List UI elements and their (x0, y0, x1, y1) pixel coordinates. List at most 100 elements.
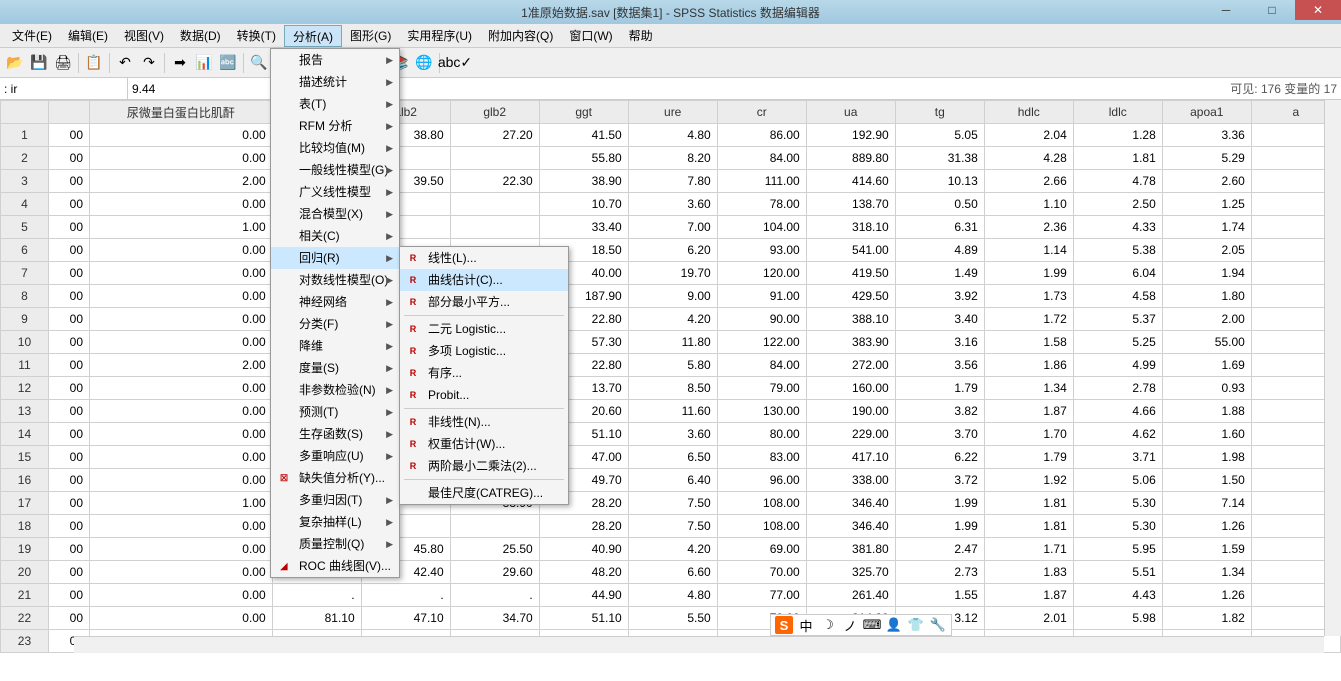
data-cell[interactable]: 1.34 (1162, 561, 1251, 584)
data-cell[interactable]: 1.92 (984, 469, 1073, 492)
data-cell[interactable]: 1.00 (90, 492, 273, 515)
menu-entry[interactable]: ☒缺失值分析(Y)... (271, 467, 399, 489)
data-cell[interactable]: 1.49 (895, 262, 984, 285)
data-cell[interactable]: 48.20 (539, 561, 628, 584)
spellcheck-icon[interactable]: abc✓ (444, 52, 466, 74)
data-cell[interactable]: 00 (48, 561, 89, 584)
row-header[interactable]: 9 (1, 308, 49, 331)
row-header[interactable]: 6 (1, 239, 49, 262)
data-cell[interactable]: 2.00 (90, 354, 273, 377)
submenu-entry[interactable]: R线性(L)... (400, 247, 568, 269)
maximize-button[interactable]: □ (1249, 0, 1295, 20)
data-cell[interactable]: 00 (48, 492, 89, 515)
data-cell[interactable]: 5.98 (1073, 607, 1162, 630)
data-cell[interactable]: 00 (48, 308, 89, 331)
data-cell[interactable]: 889.80 (806, 147, 895, 170)
data-cell[interactable]: 1.58 (984, 331, 1073, 354)
data-cell[interactable]: 1.79 (984, 446, 1073, 469)
data-cell[interactable]: 00 (48, 354, 89, 377)
open-icon[interactable]: 📂 (4, 52, 26, 74)
data-cell[interactable]: 3.92 (895, 285, 984, 308)
data-cell[interactable]: 00 (48, 170, 89, 193)
data-cell[interactable]: 00 (48, 400, 89, 423)
submenu-entry[interactable]: R部分最小平方... (400, 291, 568, 313)
data-cell[interactable]: 29.60 (450, 561, 539, 584)
submenu-entry[interactable]: R两阶最小二乘法(2)... (400, 455, 568, 477)
data-cell[interactable]: 5.29 (1162, 147, 1251, 170)
data-cell[interactable]: 5.38 (1073, 239, 1162, 262)
data-cell[interactable]: 86.00 (717, 124, 806, 147)
data-cell[interactable]: 80.00 (717, 423, 806, 446)
data-cell[interactable]: 1.70 (984, 423, 1073, 446)
data-cell[interactable]: 2.50 (1073, 193, 1162, 216)
redo-icon[interactable]: ↷ (138, 52, 160, 74)
menu-entry[interactable]: 复杂抽样(L) (271, 511, 399, 533)
data-cell[interactable]: 5.30 (1073, 492, 1162, 515)
data-cell[interactable]: 1.34 (984, 377, 1073, 400)
row-header[interactable]: 1 (1, 124, 49, 147)
data-cell[interactable]: 3.60 (628, 193, 717, 216)
data-cell[interactable]: . (272, 584, 361, 607)
data-cell[interactable]: 261.40 (806, 584, 895, 607)
data-cell[interactable]: 0.00 (90, 124, 273, 147)
data-cell[interactable]: 9.00 (628, 285, 717, 308)
data-cell[interactable]: 338.00 (806, 469, 895, 492)
data-cell[interactable]: 33.40 (539, 216, 628, 239)
row-header[interactable]: 14 (1, 423, 49, 446)
column-header[interactable]: ua (806, 101, 895, 124)
row-header[interactable]: 21 (1, 584, 49, 607)
submenu-entry[interactable]: R非线性(N)... (400, 411, 568, 433)
data-cell[interactable]: 6.50 (628, 446, 717, 469)
ime-icon[interactable]: 👤 (885, 616, 903, 634)
data-cell[interactable]: 55.80 (539, 147, 628, 170)
row-header[interactable]: 10 (1, 331, 49, 354)
ime-icon[interactable]: ⌨ (863, 616, 881, 634)
data-cell[interactable]: 6.04 (1073, 262, 1162, 285)
vertical-scrollbar[interactable] (1324, 100, 1341, 636)
data-cell[interactable]: 00 (48, 239, 89, 262)
data-cell[interactable]: 2.73 (895, 561, 984, 584)
column-header[interactable] (48, 101, 89, 124)
data-cell[interactable]: 2.36 (984, 216, 1073, 239)
data-cell[interactable]: 47.10 (361, 607, 450, 630)
close-button[interactable]: ✕ (1295, 0, 1341, 20)
data-cell[interactable]: 1.73 (984, 285, 1073, 308)
menu-entry[interactable]: 预测(T) (271, 401, 399, 423)
data-cell[interactable]: 1.94 (1162, 262, 1251, 285)
data-cell[interactable]: 4.62 (1073, 423, 1162, 446)
row-header[interactable]: 2 (1, 147, 49, 170)
data-cell[interactable]: 00 (48, 124, 89, 147)
data-cell[interactable]: 5.05 (895, 124, 984, 147)
data-cell[interactable]: . (450, 584, 539, 607)
submenu-entry[interactable]: R多项 Logistic... (400, 340, 568, 362)
data-cell[interactable]: 7.50 (628, 515, 717, 538)
data-cell[interactable]: 388.10 (806, 308, 895, 331)
data-cell[interactable]: 84.00 (717, 147, 806, 170)
data-cell[interactable]: 0.00 (90, 469, 273, 492)
data-cell[interactable]: 79.00 (717, 377, 806, 400)
data-cell[interactable]: 1.81 (984, 492, 1073, 515)
data-cell[interactable]: 6.40 (628, 469, 717, 492)
data-cell[interactable]: 4.28 (984, 147, 1073, 170)
data-cell[interactable]: 8.20 (628, 147, 717, 170)
menu-entry[interactable]: 神经网络 (271, 291, 399, 313)
submenu-entry[interactable]: 最佳尺度(CATREG)... (400, 482, 568, 504)
row-header[interactable]: 4 (1, 193, 49, 216)
data-cell[interactable]: 34.70 (450, 607, 539, 630)
row-header[interactable]: 20 (1, 561, 49, 584)
data-cell[interactable]: 7.50 (628, 492, 717, 515)
menu-entry[interactable]: 质量控制(Q) (271, 533, 399, 555)
data-cell[interactable]: 108.00 (717, 492, 806, 515)
find-icon[interactable]: 🔍 (248, 52, 270, 74)
data-cell[interactable]: 8.50 (628, 377, 717, 400)
menu-entry[interactable]: 一般线性模型(G) (271, 159, 399, 181)
menu-entry[interactable]: RFM 分析 (271, 115, 399, 137)
minimize-button[interactable]: ─ (1203, 0, 1249, 20)
print-icon[interactable]: 🖨 (52, 52, 74, 74)
menu-entry[interactable]: 非参数检验(N) (271, 379, 399, 401)
data-cell[interactable]: 4.80 (628, 124, 717, 147)
menu-item[interactable]: 转换(T) (229, 25, 284, 47)
data-cell[interactable]: 7.14 (1162, 492, 1251, 515)
cell-name-box[interactable]: : ir (0, 78, 128, 99)
data-cell[interactable]: 0.00 (90, 239, 273, 262)
